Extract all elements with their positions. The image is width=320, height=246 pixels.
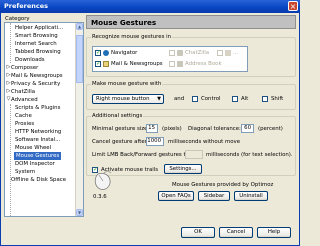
- uninstall-button[interactable]: Uninstall: [234, 191, 268, 201]
- other-checkbox[interactable]: [217, 50, 223, 56]
- close-icon[interactable]: ×: [288, 1, 298, 11]
- diagonal-tolerance-input[interactable]: 60: [241, 124, 254, 133]
- navigator-checkbox[interactable]: [95, 49, 101, 56]
- scroll-up-icon[interactable]: ▲: [76, 23, 83, 30]
- min-size-unit: (pixels): [162, 126, 182, 132]
- cancel-after-input[interactable]: 1000: [146, 137, 164, 146]
- shift-label: Shift: [271, 96, 284, 102]
- cancel-button[interactable]: Cancel: [219, 227, 253, 238]
- tree-item-tabbed-browsing[interactable]: Tabbed Browsing: [5, 48, 77, 56]
- chatzilla-label: ChatZilla: [185, 50, 210, 56]
- tree-item-helper-applications[interactable]: Helper Applicati...: [5, 24, 77, 32]
- tree-item-advanced[interactable]: ▽ Advanced: [5, 96, 77, 104]
- mail-label: Mail & Newsgroups: [111, 61, 163, 67]
- sidebar-button[interactable]: Sidebar: [198, 191, 230, 201]
- navigator-label: Navigator: [111, 50, 138, 56]
- limit-lmb-input[interactable]: [185, 150, 203, 159]
- and-label: and: [174, 96, 185, 102]
- shift-checkbox[interactable]: [262, 96, 268, 102]
- help-button[interactable]: Help: [257, 227, 291, 238]
- tree-item-system[interactable]: System: [5, 168, 77, 176]
- chevron-down-icon: ▼: [157, 96, 161, 102]
- pane-header: Mouse Gestures: [86, 15, 296, 29]
- chatzilla-checkbox[interactable]: [169, 50, 175, 56]
- tree-item-mouse-wheel[interactable]: Mouse Wheel: [5, 144, 77, 152]
- open-faqs-button[interactable]: Open FAQs: [158, 191, 194, 201]
- alt-label: Alt: [241, 96, 249, 102]
- diagonal-tolerance-unit: (percent): [258, 126, 283, 132]
- pane-title: Mouse Gestures: [91, 18, 157, 27]
- cancel-after-label: Cancel gesture after: [92, 139, 147, 145]
- navigator-icon: [103, 50, 109, 56]
- scroll-down-icon[interactable]: ▼: [76, 209, 83, 216]
- tree-item-http-networking[interactable]: HTTP Networking: [5, 128, 77, 136]
- other-label: ...: [233, 50, 239, 56]
- alt-checkbox[interactable]: [232, 96, 238, 102]
- mouse-icon: [94, 171, 112, 190]
- control-label: Control: [201, 96, 221, 102]
- address-book-label: Address Book: [185, 61, 222, 67]
- address-book-checkbox[interactable]: [169, 61, 175, 67]
- other-icon: [225, 50, 231, 56]
- tree-item-mail-newsgroups[interactable]: ▷ Mail & Newsgroups: [5, 72, 77, 80]
- tree-item-software-installation[interactable]: Software Instal...: [5, 136, 77, 144]
- mail-icon: [103, 61, 109, 67]
- tree-item-composer[interactable]: ▷ Composer: [5, 64, 77, 72]
- tree-item-chatzilla[interactable]: ▷ ChatZilla: [5, 88, 77, 96]
- mail-checkbox[interactable]: [95, 60, 101, 67]
- title-bar: Preferences ×: [0, 0, 300, 12]
- tree-item-dom-inspector[interactable]: DOM Inspector: [5, 160, 77, 168]
- tree-item-internet-search[interactable]: Internet Search: [5, 40, 77, 48]
- window-title: Preferences: [4, 2, 48, 10]
- tree-scrollbar[interactable]: ▲ ▼: [75, 23, 83, 216]
- address-book-icon: [177, 61, 183, 67]
- cancel-after-unit: milliseconds without move: [168, 139, 241, 145]
- tree-item-cache[interactable]: Cache: [5, 112, 77, 120]
- tree-item-offline-disk-space[interactable]: Offline & Disk Space: [5, 176, 77, 184]
- control-checkbox[interactable]: [192, 96, 198, 102]
- tree-item-scripts-plugins[interactable]: Scripts & Plugins: [5, 104, 77, 112]
- scroll-thumb[interactable]: [76, 35, 83, 83]
- tree-item-smart-browsing[interactable]: Smart Browsing: [5, 32, 77, 40]
- diagonal-tolerance-label: Diagonal tolerance:: [188, 126, 241, 132]
- ok-button[interactable]: OK: [181, 227, 215, 238]
- recognize-legend: Recognize mouse gestures in: [91, 34, 173, 40]
- category-tree[interactable]: Helper Applicati... Smart Browsing Inter…: [4, 22, 84, 217]
- min-size-input[interactable]: 15: [146, 124, 158, 133]
- limit-lmb-unit: milliseconds (for text selection).: [206, 152, 293, 158]
- tree-item-downloads[interactable]: Downloads: [5, 56, 77, 64]
- tree-item-privacy-security[interactable]: ▷ Privacy & Security: [5, 80, 77, 88]
- additional-legend: Additional settings: [91, 113, 144, 119]
- limit-lmb-label: Limit LMB Back/Forward gestures to: [92, 152, 189, 158]
- min-size-label: Minimal gesture size:: [92, 126, 150, 132]
- make-legend: Make mouse gesture with: [91, 81, 163, 87]
- chatzilla-icon: [177, 50, 183, 56]
- provided-by-label: Mouse Gestures provided by Optimoz: [172, 182, 274, 188]
- app-list[interactable]: Navigator ChatZilla ... Mail & Newsgroup…: [92, 46, 248, 72]
- version-label: 0.3.6: [93, 194, 107, 200]
- tree-item-proxies[interactable]: Proxies: [5, 120, 77, 128]
- mouse-button-select[interactable]: Right mouse button ▼: [92, 94, 164, 104]
- settings-button[interactable]: Settings...: [164, 164, 202, 174]
- tree-item-mouse-gestures[interactable]: Mouse Gestures: [5, 152, 77, 160]
